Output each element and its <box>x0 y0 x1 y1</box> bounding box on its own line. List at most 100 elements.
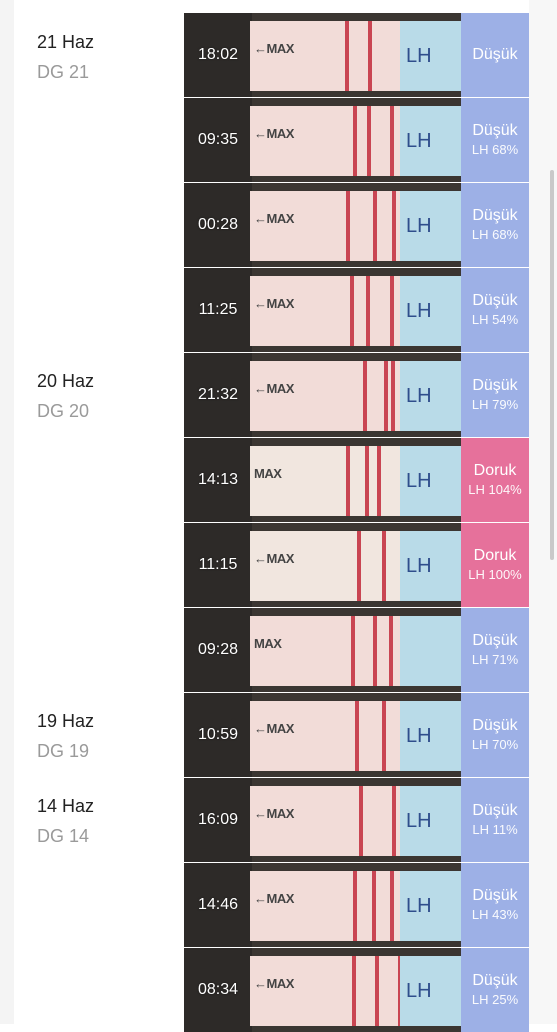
strip-test-band <box>363 361 367 431</box>
test-time: 21:32 <box>197 386 239 403</box>
result-lh-percent: LH 11% <box>472 822 518 837</box>
result-badge: Düşük LH 68% <box>461 98 529 182</box>
strip-test-band <box>391 361 395 431</box>
test-strip-photo: ←MAX LH 16:09 <box>184 778 461 862</box>
result-lh-percent: LH 71% <box>471 652 519 667</box>
strip-test-band <box>392 191 396 261</box>
test-log-list: 21 Haz DG 21 20 Haz DG 20 19 Haz DG 19 1… <box>0 0 557 1032</box>
scrollbar[interactable] <box>550 170 554 560</box>
strip-test-band <box>357 531 361 601</box>
result-lh-percent: LH 54% <box>471 312 519 327</box>
strip-test-band <box>392 786 396 856</box>
test-strip-photo: MAX 09:28 <box>184 608 461 692</box>
strip-test-band <box>373 616 377 686</box>
test-row[interactable]: MAX LH 14:13 Doruk LH 104% <box>184 438 529 522</box>
strip-test-band <box>365 446 369 516</box>
result-lh-percent: LH 104% <box>468 482 522 497</box>
test-time: 11:15 <box>198 556 238 573</box>
group-date-label: 19 Haz <box>37 711 95 731</box>
test-time: 18:02 <box>197 46 239 63</box>
test-row[interactable]: ←MAX LH 08:34 Düşük LH 25% <box>184 948 529 1032</box>
strip-max-label: ←MAX <box>254 891 294 906</box>
result-badge: Düşük LH 68% <box>461 183 529 267</box>
test-strip-photo: ←MAX LH 10:59 <box>184 693 461 777</box>
strip-lh-label: LH <box>406 810 432 832</box>
test-time: 14:13 <box>197 471 239 488</box>
group-cycle-day-label: DG 19 <box>37 741 90 761</box>
strip-max-label: ←MAX <box>254 721 294 736</box>
result-badge: Düşük LH 11% <box>461 778 529 862</box>
group-cycle-day-label: DG 20 <box>37 401 90 421</box>
result-status: Düşük <box>472 632 518 649</box>
strip-max-label: ←MAX <box>254 126 294 141</box>
strip-test-band <box>353 106 357 176</box>
result-status: Düşük <box>472 717 518 734</box>
strip-lh-label: LH <box>406 980 432 1002</box>
result-badge: Doruk LH 100% <box>461 523 529 607</box>
test-time: 10:59 <box>197 726 239 743</box>
strip-max-label: MAX <box>254 636 282 651</box>
lh-test-strip: ←MAX LH <box>250 786 461 856</box>
lh-test-strip: ←MAX LH <box>250 531 461 601</box>
test-strip-photo: ←MAX LH 00:28 <box>184 183 461 267</box>
strip-test-band <box>346 191 350 261</box>
result-status: Düşük <box>472 122 518 139</box>
strip-test-band <box>390 276 394 346</box>
test-row[interactable]: ←MAX LH 10:59 Düşük LH 70% <box>184 693 529 777</box>
strip-lh-label: LH <box>406 300 432 322</box>
strip-max-label: ←MAX <box>254 806 294 821</box>
test-row[interactable]: ←MAX LH 18:02 Düşük <box>184 13 529 97</box>
strip-test-band <box>389 616 393 686</box>
test-strip-photo: ←MAX LH 21:32 <box>184 353 461 437</box>
test-strip-photo: ←MAX LH 08:34 <box>184 948 461 1032</box>
result-badge: Düşük LH 79% <box>461 353 529 437</box>
strip-max-label: ←MAX <box>254 296 294 311</box>
strip-lh-label: LH <box>406 470 432 492</box>
result-lh-percent: LH 25% <box>471 992 519 1007</box>
group-date-label: 21 Haz <box>37 32 95 52</box>
strip-lh-label: LH <box>406 385 432 407</box>
result-status: Düşük <box>472 207 518 224</box>
result-status: Düşük <box>472 887 518 904</box>
strip-test-band <box>375 956 379 1026</box>
test-row[interactable]: ←MAX LH 11:15 Doruk LH 100% <box>184 523 529 607</box>
test-row[interactable]: MAX 09:28 Düşük LH 71% <box>184 608 529 692</box>
strip-lh-label: LH <box>406 555 432 577</box>
result-lh-percent: LH 43% <box>471 907 519 922</box>
test-row[interactable]: ←MAX LH 00:28 Düşük LH 68% <box>184 183 529 267</box>
strip-test-band <box>384 361 388 431</box>
strip-test-band <box>390 106 394 176</box>
strip-max-label: ←MAX <box>254 381 294 396</box>
test-row[interactable]: ←MAX LH 16:09 Düşük LH 11% <box>184 778 529 862</box>
lh-test-strip: MAX <box>250 616 461 686</box>
result-badge: Düşük LH 71% <box>461 608 529 692</box>
strip-max-label: ←MAX <box>254 551 294 566</box>
strip-test-band <box>390 871 394 941</box>
test-row[interactable]: ←MAX LH 14:46 Düşük LH 43% <box>184 863 529 947</box>
result-badge: Düşük LH 54% <box>461 268 529 352</box>
result-badge: Doruk LH 104% <box>461 438 529 522</box>
test-strip-photo: ←MAX LH 11:15 <box>184 523 461 607</box>
lh-test-strip: ←MAX LH <box>250 871 461 941</box>
test-row[interactable]: ←MAX LH 21:32 Düşük LH 79% <box>184 353 529 437</box>
group-cycle-day-label: DG 21 <box>37 62 90 82</box>
strip-max-label: MAX <box>254 466 282 481</box>
strip-test-band <box>350 276 354 346</box>
result-lh-percent: LH 68% <box>471 142 519 157</box>
strip-test-band <box>345 21 349 91</box>
test-strip-photo: ←MAX LH 14:46 <box>184 863 461 947</box>
group-date-label: 20 Haz <box>37 371 95 391</box>
test-time: 09:28 <box>197 641 239 658</box>
strip-test-band <box>366 276 370 346</box>
result-lh-percent: LH 68% <box>471 227 519 242</box>
test-time: 08:34 <box>197 981 239 998</box>
test-row[interactable]: ←MAX LH 11:25 Düşük LH 54% <box>184 268 529 352</box>
test-strip-photo: ←MAX LH 09:35 <box>184 98 461 182</box>
strip-lh-label: LH <box>406 130 432 152</box>
test-strip-photo: ←MAX LH 11:25 <box>184 268 461 352</box>
strip-test-band <box>353 871 357 941</box>
left-margin <box>0 0 14 1024</box>
strip-lh-label: LH <box>406 895 432 917</box>
strip-max-label: ←MAX <box>254 976 294 991</box>
test-row[interactable]: ←MAX LH 09:35 Düşük LH 68% <box>184 98 529 182</box>
